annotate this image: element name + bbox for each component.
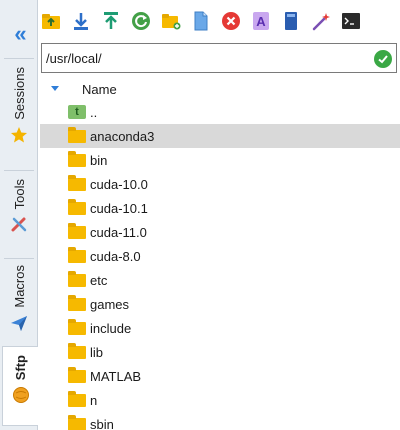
terminal-button[interactable] bbox=[340, 10, 362, 32]
delete-icon bbox=[222, 12, 240, 30]
tab-sftp[interactable]: Sftp bbox=[2, 346, 38, 426]
tab-sftp-label: Sftp bbox=[13, 355, 28, 381]
file-row-n[interactable]: n bbox=[40, 388, 400, 412]
file-name: etc bbox=[90, 272, 108, 288]
open-terminal-here-button[interactable] bbox=[280, 10, 302, 32]
tab-sessions-label: Sessions bbox=[11, 67, 27, 120]
name-column-header[interactable]: Name bbox=[40, 78, 400, 100]
new-file-icon bbox=[194, 11, 208, 31]
upload-icon bbox=[104, 12, 118, 29]
folder-icon bbox=[68, 415, 86, 430]
file-name: n bbox=[90, 392, 98, 408]
star-icon bbox=[10, 126, 28, 144]
file-row-include[interactable]: include bbox=[40, 316, 400, 340]
tab-tools-label: Tools bbox=[11, 179, 27, 210]
open-terminal-icon bbox=[285, 12, 297, 30]
path-input[interactable] bbox=[46, 50, 356, 66]
double-chevron-left-icon: « bbox=[14, 21, 26, 46]
check-icon[interactable] bbox=[374, 50, 392, 68]
file-row-cuda-10-1[interactable]: cuda-10.1 bbox=[40, 196, 400, 220]
folder-icon bbox=[68, 223, 86, 240]
file-name: bin bbox=[90, 152, 108, 168]
file-row-bin[interactable]: bin bbox=[40, 148, 400, 172]
rename-button[interactable]: A bbox=[250, 10, 272, 32]
refresh-icon bbox=[132, 12, 150, 30]
file-row-games[interactable]: games bbox=[40, 292, 400, 316]
delete-button[interactable] bbox=[220, 10, 242, 32]
file-list: Name t .. anaconda3 bin cuda-10.0 cuda-1… bbox=[40, 78, 400, 430]
folder-icon bbox=[68, 295, 86, 312]
file-name: sbin bbox=[90, 416, 114, 430]
wrench-screwdriver-icon bbox=[10, 215, 28, 233]
download-icon bbox=[74, 13, 88, 30]
sort-ascending-icon bbox=[40, 86, 70, 92]
file-name: MATLAB bbox=[90, 368, 142, 384]
globe-icon bbox=[12, 386, 30, 404]
tab-sessions[interactable]: Sessions bbox=[4, 58, 34, 168]
file-row-cuda-11-0[interactable]: cuda-11.0 bbox=[40, 220, 400, 244]
terminal-icon bbox=[342, 13, 360, 29]
file-name: anaconda3 bbox=[90, 128, 155, 144]
file-name: cuda-10.0 bbox=[90, 176, 148, 192]
folder-icon bbox=[68, 343, 86, 360]
sidebar: « Sessions Tools Macros Sftp bbox=[0, 0, 38, 430]
new-folder-button[interactable] bbox=[160, 10, 182, 32]
new-folder-icon bbox=[162, 14, 181, 30]
rename-icon: A bbox=[253, 12, 269, 30]
file-name: cuda-10.1 bbox=[90, 200, 148, 216]
parent-folder-button[interactable] bbox=[40, 10, 62, 32]
svg-text:A: A bbox=[256, 14, 266, 29]
magic-wand-icon bbox=[312, 13, 330, 31]
file-name: games bbox=[90, 296, 130, 312]
paper-plane-icon bbox=[10, 314, 28, 332]
folder-icon bbox=[68, 271, 86, 288]
file-row-cuda-8-0[interactable]: cuda-8.0 bbox=[40, 244, 400, 268]
folder-icon bbox=[68, 367, 86, 384]
file-name: include bbox=[90, 320, 132, 336]
magic-wand-button[interactable] bbox=[310, 10, 332, 32]
tab-tools[interactable]: Tools bbox=[4, 170, 34, 256]
file-name: cuda-11.0 bbox=[90, 224, 147, 240]
up-folder-icon: t bbox=[68, 104, 86, 120]
file-row-lib[interactable]: lib bbox=[40, 340, 400, 364]
name-column-label: Name bbox=[82, 81, 117, 97]
folder-icon bbox=[68, 319, 86, 336]
folder-icon bbox=[68, 127, 86, 144]
file-row-sbin[interactable]: sbin bbox=[40, 412, 400, 430]
folder-icon bbox=[68, 175, 86, 192]
path-bar bbox=[41, 43, 397, 73]
file-name: .. bbox=[90, 104, 98, 120]
tab-macros-label: Macros bbox=[11, 265, 27, 308]
tab-macros[interactable]: Macros bbox=[4, 258, 34, 344]
file-name: cuda-8.0 bbox=[90, 248, 141, 264]
refresh-button[interactable] bbox=[130, 10, 152, 32]
new-file-button[interactable] bbox=[190, 10, 212, 32]
up-folder-icon bbox=[42, 14, 60, 29]
collapse-sidebar-button[interactable]: « bbox=[0, 21, 38, 46]
folder-icon bbox=[68, 391, 86, 408]
file-row-anaconda3[interactable]: anaconda3 bbox=[40, 124, 400, 148]
folder-icon bbox=[68, 247, 86, 264]
file-row-cuda-10-0[interactable]: cuda-10.0 bbox=[40, 172, 400, 196]
sftp-toolbar: A bbox=[40, 8, 370, 34]
folder-icon bbox=[68, 199, 86, 216]
file-name: lib bbox=[90, 344, 104, 360]
parent-directory-row[interactable]: t .. bbox=[40, 100, 400, 124]
upload-button[interactable] bbox=[100, 10, 122, 32]
folder-icon bbox=[68, 151, 86, 168]
file-row-matlab[interactable]: MATLAB bbox=[40, 364, 400, 388]
file-row-etc[interactable]: etc bbox=[40, 268, 400, 292]
download-button[interactable] bbox=[70, 10, 92, 32]
